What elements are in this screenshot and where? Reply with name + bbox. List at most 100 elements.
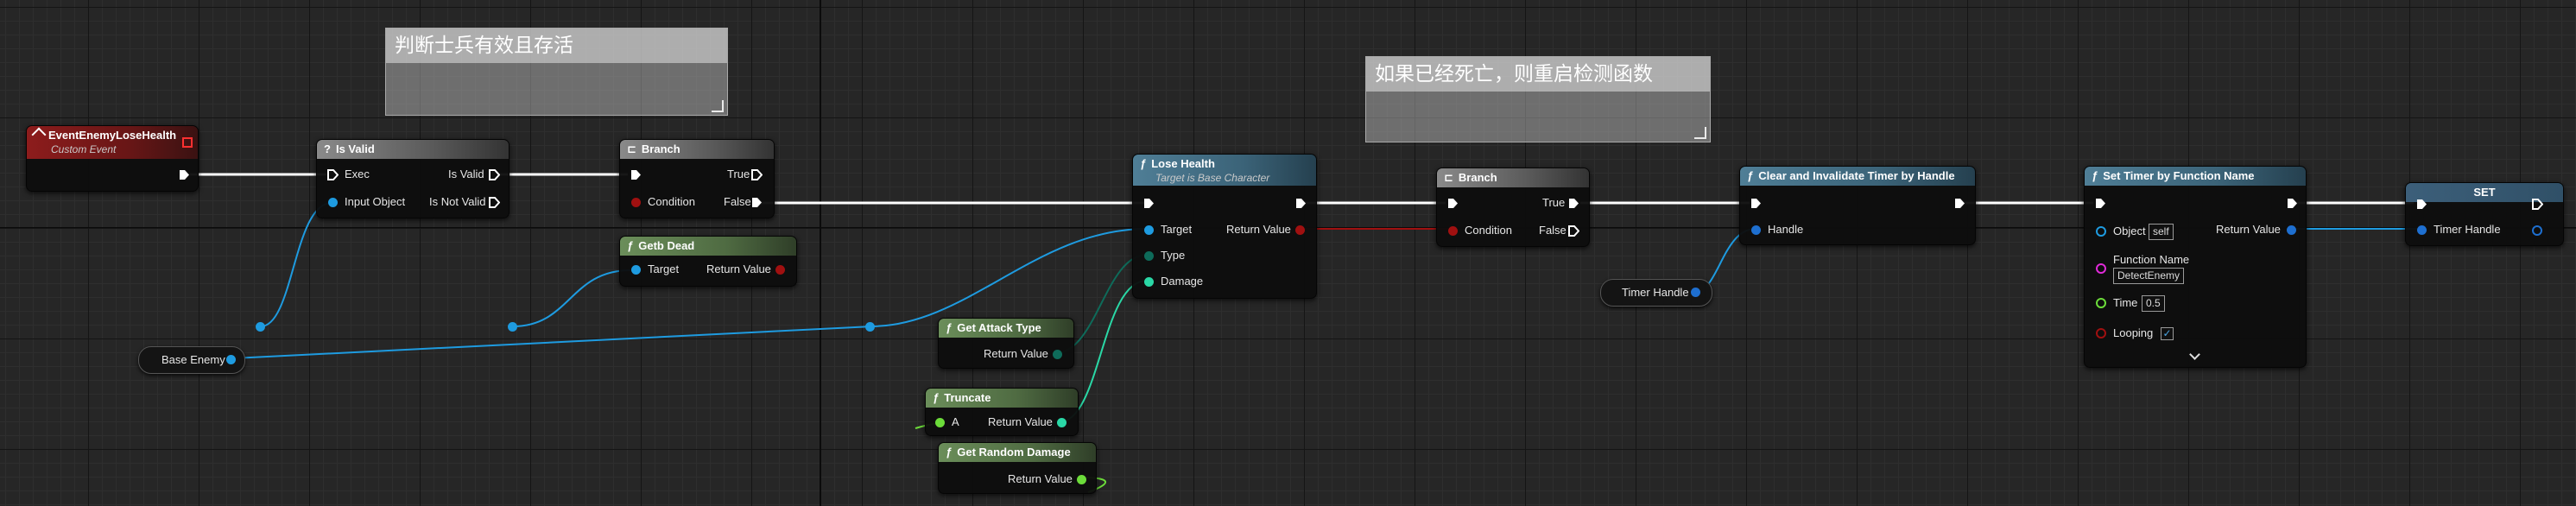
exec-out-pin-icon[interactable] xyxy=(751,169,763,180)
comment-title[interactable]: 如果已经死亡，则重启检测函数 xyxy=(1366,57,1710,92)
comment-title[interactable]: 判断士兵有效且存活 xyxy=(386,28,727,63)
node-header[interactable]: ƒ Get Random Damage xyxy=(939,443,1096,462)
struct-input-pin[interactable] xyxy=(2417,225,2427,235)
object-input-pin[interactable] xyxy=(328,198,338,207)
variable-base-enemy[interactable]: Base Enemy xyxy=(138,346,245,374)
node-header[interactable]: ƒ Set Timer by Function Name xyxy=(2085,167,2306,186)
byte-output-pin[interactable] xyxy=(1053,350,1062,359)
function-icon: ƒ xyxy=(1747,169,1754,182)
object-input-pin[interactable] xyxy=(631,265,641,275)
node-header[interactable]: ƒ Lose Health Target is Base Character xyxy=(1133,155,1316,186)
node-truncate[interactable]: ƒ Truncate A Return Value xyxy=(925,388,1079,436)
string-input-pin[interactable] xyxy=(2096,263,2106,274)
function-name-field[interactable]: DetectEnemy xyxy=(2113,268,2185,284)
exec-out-pin-icon[interactable] xyxy=(489,197,500,208)
node-header[interactable]: ⊏ Branch xyxy=(1437,168,1589,187)
struct-output-pin[interactable] xyxy=(2287,225,2296,235)
struct-output-pin[interactable] xyxy=(2532,225,2542,236)
float-input-pin[interactable] xyxy=(2096,298,2106,308)
node-set-timer-by-function-name[interactable]: ƒ Set Timer by Function Name Object self … xyxy=(2084,166,2307,368)
exec-out-pin-icon[interactable] xyxy=(751,197,763,208)
node-event-enemy-lose-health[interactable]: EventEnemyLoseHealth Custom Event xyxy=(26,125,199,192)
blueprint-graph[interactable]: 判断士兵有效且存活 如果已经死亡，则重启检测函数 EventEnemyLoseH… xyxy=(0,0,2576,506)
pin-label: Exec xyxy=(345,168,370,180)
struct-input-pin[interactable] xyxy=(1751,225,1761,235)
pin-label: Time xyxy=(2113,296,2138,309)
node-header[interactable]: ƒ Truncate xyxy=(926,389,1078,408)
pin-label: Input Object xyxy=(345,195,406,208)
node-is-valid[interactable]: ? Is Valid Exec Is Valid Input Object Is … xyxy=(316,139,510,218)
node-title: Branch xyxy=(641,142,680,155)
object-input-pin[interactable] xyxy=(2096,226,2106,237)
exec-in-pin-icon[interactable] xyxy=(327,169,339,180)
exec-in-pin-icon[interactable] xyxy=(2095,198,2106,209)
node-header[interactable]: EventEnemyLoseHealth Custom Event xyxy=(27,126,198,159)
node-title: Is Valid xyxy=(335,142,375,155)
node-header[interactable]: ⊏ Branch xyxy=(620,140,774,159)
struct-output-pin[interactable] xyxy=(1691,288,1700,297)
node-lose-health[interactable]: ƒ Lose Health Target is Base Character Tar… xyxy=(1132,154,1317,299)
float-output-pin[interactable] xyxy=(1077,475,1086,484)
exec-in-pin-icon[interactable] xyxy=(630,169,642,180)
bool-output-pin[interactable] xyxy=(1295,225,1305,235)
node-get-attack-type[interactable]: ƒ Get Attack Type Return Value xyxy=(938,318,1074,369)
expand-chevron-icon[interactable] xyxy=(2189,349,2200,360)
node-header[interactable]: ? Is Valid xyxy=(317,140,509,159)
reroute-knot[interactable] xyxy=(256,322,265,332)
function-icon: ƒ xyxy=(946,446,953,459)
node-getb-dead[interactable]: ƒ Getb Dead Target Return Value xyxy=(619,236,797,287)
int-output-pin[interactable] xyxy=(1057,418,1066,427)
reroute-knot[interactable] xyxy=(508,322,517,332)
pin-label: Return Value xyxy=(988,415,1053,428)
exec-out-pin-icon[interactable] xyxy=(2287,198,2298,209)
exec-out-pin-icon[interactable] xyxy=(2532,199,2543,210)
time-field[interactable]: 0.5 xyxy=(2142,295,2165,312)
exec-out-pin-icon[interactable] xyxy=(1295,198,1307,209)
comment-restart-detect[interactable]: 如果已经死亡，则重启检测函数 xyxy=(1365,56,1711,142)
exec-out-pin-icon[interactable] xyxy=(489,169,500,180)
node-header[interactable]: ƒ Clear and Invalidate Timer by Handle xyxy=(1740,167,1975,186)
variable-timer-handle[interactable]: Timer Handle xyxy=(1600,279,1712,307)
reroute-knot[interactable] xyxy=(865,322,875,332)
bool-input-pin[interactable] xyxy=(2096,328,2106,338)
bool-input-pin[interactable] xyxy=(1448,226,1458,236)
bool-input-pin[interactable] xyxy=(631,198,641,207)
comment-check-soldier[interactable]: 判断士兵有效且存活 xyxy=(385,28,728,116)
resize-grip-icon[interactable] xyxy=(1694,127,1706,139)
node-set-timer-handle[interactable]: SET Timer Handle xyxy=(2405,182,2564,246)
node-header[interactable]: ƒ Get Attack Type xyxy=(939,319,1073,338)
pin-label: Handle xyxy=(1768,223,1804,236)
exec-in-pin-icon[interactable] xyxy=(2416,199,2427,210)
node-branch[interactable]: ⊏ Branch True Condition False xyxy=(619,139,775,218)
pin-label: Timer Handle xyxy=(2434,223,2501,236)
node-subtitle: Custom Event xyxy=(51,143,117,155)
pin-label: False xyxy=(1539,224,1566,237)
delegate-pin-icon[interactable] xyxy=(182,137,193,148)
node-get-random-damage[interactable]: ƒ Get Random Damage Return Value xyxy=(938,442,1097,494)
exec-out-pin-icon[interactable] xyxy=(179,169,190,180)
pin-label: True xyxy=(727,168,750,180)
variable-label: Base Enemy xyxy=(161,353,225,366)
object-output-pin[interactable] xyxy=(226,355,236,364)
exec-out-pin-icon[interactable] xyxy=(1954,198,1965,209)
pin-label: Return Value xyxy=(2216,223,2281,236)
node-header[interactable]: ƒ Getb Dead xyxy=(620,237,796,256)
exec-in-pin-icon[interactable] xyxy=(1143,198,1155,209)
pin-label: Target xyxy=(1161,223,1193,236)
exec-in-pin-icon[interactable] xyxy=(1447,198,1459,209)
float-input-pin[interactable] xyxy=(935,418,945,427)
pin-label: Return Value xyxy=(984,347,1048,360)
resize-grip-icon[interactable] xyxy=(712,100,724,112)
looping-checkbox[interactable]: ✓ xyxy=(2161,327,2174,340)
int-input-pin[interactable] xyxy=(1144,277,1154,287)
exec-out-pin-icon[interactable] xyxy=(1568,225,1579,237)
node-branch[interactable]: ⊏ Branch True Condition False xyxy=(1436,168,1590,247)
object-value-field[interactable]: self xyxy=(2149,224,2174,240)
node-clear-invalidate-timer[interactable]: ƒ Clear and Invalidate Timer by Handle Ha… xyxy=(1739,166,1976,245)
object-input-pin[interactable] xyxy=(1144,225,1154,235)
node-title: Truncate xyxy=(944,391,991,404)
exec-in-pin-icon[interactable] xyxy=(1750,198,1762,209)
exec-out-pin-icon[interactable] xyxy=(1568,198,1579,209)
bool-output-pin[interactable] xyxy=(775,265,785,275)
byte-input-pin[interactable] xyxy=(1144,251,1154,261)
